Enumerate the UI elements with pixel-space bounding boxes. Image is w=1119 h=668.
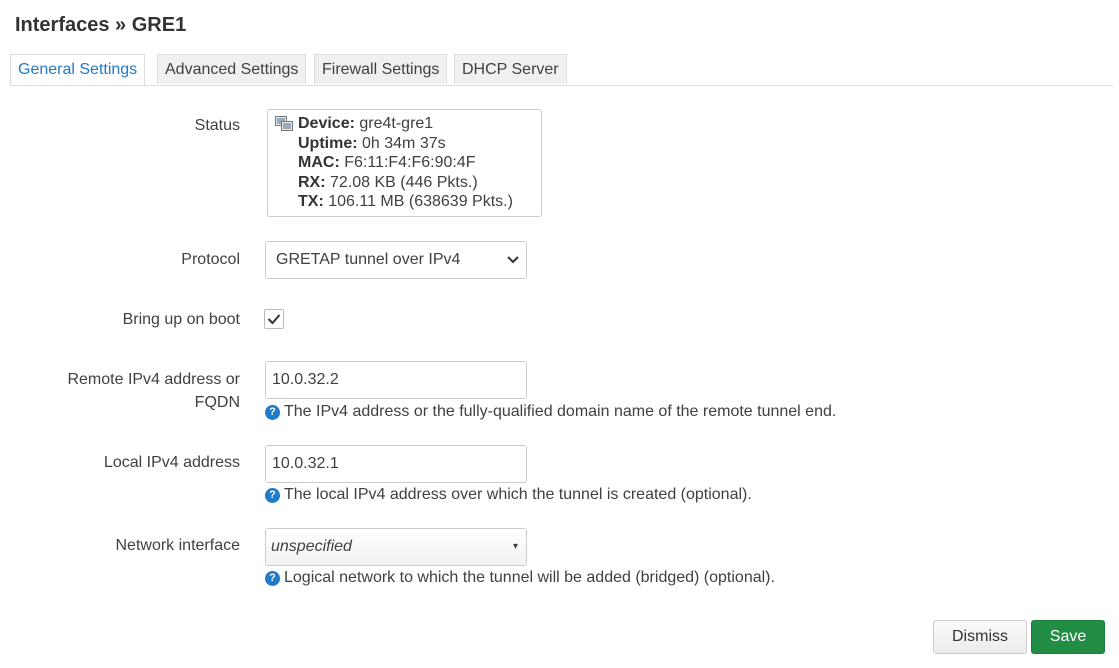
protocol-select[interactable]: GRETAP tunnel over IPv4	[265, 241, 527, 279]
network-interface-help: ? Logical network to which the tunnel wil…	[265, 568, 775, 588]
network-interface-help-text: Logical network to which the tunnel will…	[284, 569, 775, 586]
network-interface-value: unspecified	[271, 538, 352, 555]
tab-bar: General Settings Advanced Settings Firew…	[10, 54, 1113, 86]
boot-label: Bring up on boot	[122, 311, 240, 328]
tab-dhcp-server[interactable]: DHCP Server	[454, 54, 567, 84]
remote-ipv4-label: Remote IPv4 address or FQDN	[67, 369, 240, 414]
caret-down-icon: ▾	[512, 541, 518, 552]
status-tx-value: 106.11 MB (638639 Pkts.)	[328, 193, 513, 210]
status-mac-value: F6:11:F4:F6:90:4F	[344, 154, 476, 171]
status-rx-value: 72.08 KB (446 Pkts.)	[330, 173, 478, 191]
help-icon: ?	[265, 571, 280, 586]
local-ipv4-label: Local IPv4 address	[103, 454, 240, 471]
network-interface-label: Network interface	[115, 537, 241, 554]
protocol-value: GRETAP tunnel over IPv4	[276, 251, 461, 268]
tab-general-settings[interactable]: General Settings	[10, 54, 146, 85]
local-ipv4-help: ? The local IPv4 address over which the t…	[265, 485, 752, 505]
help-icon: ?	[265, 488, 280, 503]
network-interface-dropdown[interactable]: unspecified ▾	[265, 528, 527, 566]
dismiss-button[interactable]: Dismiss	[933, 620, 1027, 654]
protocol-label: Protocol	[181, 251, 240, 268]
status-device-key: Device:	[298, 115, 355, 132]
status-rx-key: RX:	[298, 173, 326, 191]
tab-advanced-settings[interactable]: Advanced Settings	[157, 54, 307, 84]
chevron-down-icon	[507, 256, 519, 264]
boot-checkbox[interactable]	[264, 309, 284, 329]
status-label: Status	[194, 117, 240, 134]
page-title: Interfaces » GRE1	[15, 14, 187, 36]
checkmark-icon	[267, 314, 281, 325]
status-tx-key: TX:	[298, 193, 324, 210]
remote-ipv4-input[interactable]	[265, 361, 527, 399]
tab-firewall-settings[interactable]: Firewall Settings	[314, 54, 448, 84]
remote-ipv4-help-text: The IPv4 address or the fully-qualified …	[284, 403, 837, 420]
remote-ipv4-label-line2: FQDN	[194, 394, 240, 411]
status-box: Device: gre4t-gre1 Uptime: 0h 34m 37s MA…	[267, 109, 542, 217]
local-ipv4-help-text: The local IPv4 address over which the tu…	[284, 486, 752, 503]
remote-ipv4-label-line1: Remote IPv4 address or	[67, 371, 240, 388]
status-mac-key: MAC:	[298, 154, 340, 171]
network-device-icon	[275, 116, 293, 131]
status-device-value: gre4t-gre1	[359, 115, 434, 132]
status-uptime-key: Uptime:	[298, 134, 358, 152]
local-ipv4-input[interactable]	[265, 445, 527, 483]
help-icon: ?	[265, 405, 280, 420]
status-uptime-value: 0h 34m 37s	[362, 134, 446, 152]
save-button[interactable]: Save	[1031, 620, 1105, 654]
remote-ipv4-help: ? The IPv4 address or the fully-qualified…	[265, 402, 836, 422]
